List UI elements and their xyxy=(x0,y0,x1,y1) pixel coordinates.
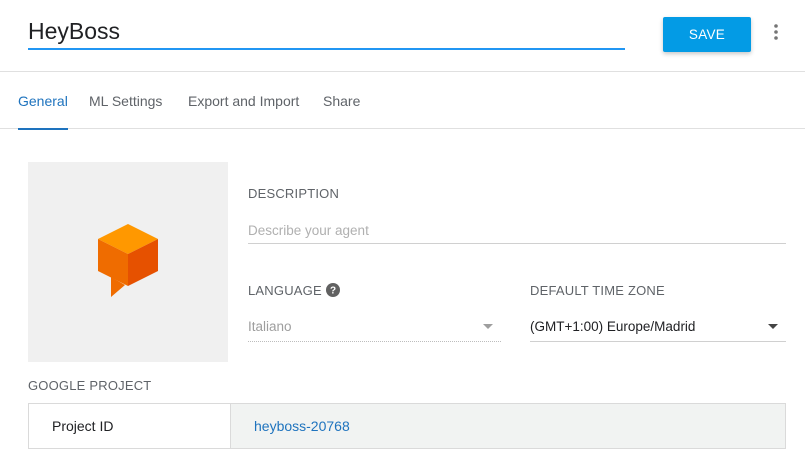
project-id-link[interactable]: heyboss-20768 xyxy=(231,404,785,448)
tab-general[interactable]: General xyxy=(18,72,68,130)
tab-label: ML Settings xyxy=(89,92,163,109)
save-button[interactable]: SAVE xyxy=(663,17,751,52)
tab-label: General xyxy=(18,92,68,109)
google-project-label: GOOGLE PROJECT xyxy=(28,378,152,393)
tab-ml-settings[interactable]: ML Settings xyxy=(89,72,162,129)
tab-export-import[interactable]: Export and Import xyxy=(188,72,299,129)
timezone-label: DEFAULT TIME ZONE xyxy=(530,283,665,298)
language-label: LANGUAGE xyxy=(248,283,322,298)
active-tab-indicator xyxy=(18,128,68,130)
agent-settings-page: SAVE General ML Settings Export and Impo… xyxy=(0,0,805,459)
settings-tabs: General ML Settings Export and Import Sh… xyxy=(0,72,805,130)
timezone-value: (GMT+1:00) Europe/Madrid xyxy=(530,319,696,334)
description-input[interactable] xyxy=(248,218,786,244)
agent-name-input[interactable] xyxy=(28,14,625,50)
dialogflow-logo-icon xyxy=(98,224,158,297)
tab-share[interactable]: Share xyxy=(323,72,360,129)
project-id-label: Project ID xyxy=(29,404,231,448)
tab-label: Export and Import xyxy=(188,92,300,109)
description-label: DESCRIPTION xyxy=(248,186,340,201)
svg-text:?: ? xyxy=(330,286,336,297)
help-icon[interactable]: ? xyxy=(326,283,340,297)
language-value: Italiano xyxy=(248,319,292,334)
chevron-down-icon xyxy=(768,324,778,329)
chevron-down-icon xyxy=(483,324,493,329)
timezone-select[interactable]: (GMT+1:00) Europe/Madrid xyxy=(530,312,786,342)
agent-avatar[interactable] xyxy=(28,162,228,362)
language-select[interactable]: Italiano xyxy=(248,312,501,342)
header-bar: SAVE xyxy=(0,0,805,72)
project-info-table: Project ID heyboss-20768 xyxy=(28,403,786,449)
tab-label: Share xyxy=(323,92,361,109)
more-vert-icon[interactable] xyxy=(768,21,784,43)
